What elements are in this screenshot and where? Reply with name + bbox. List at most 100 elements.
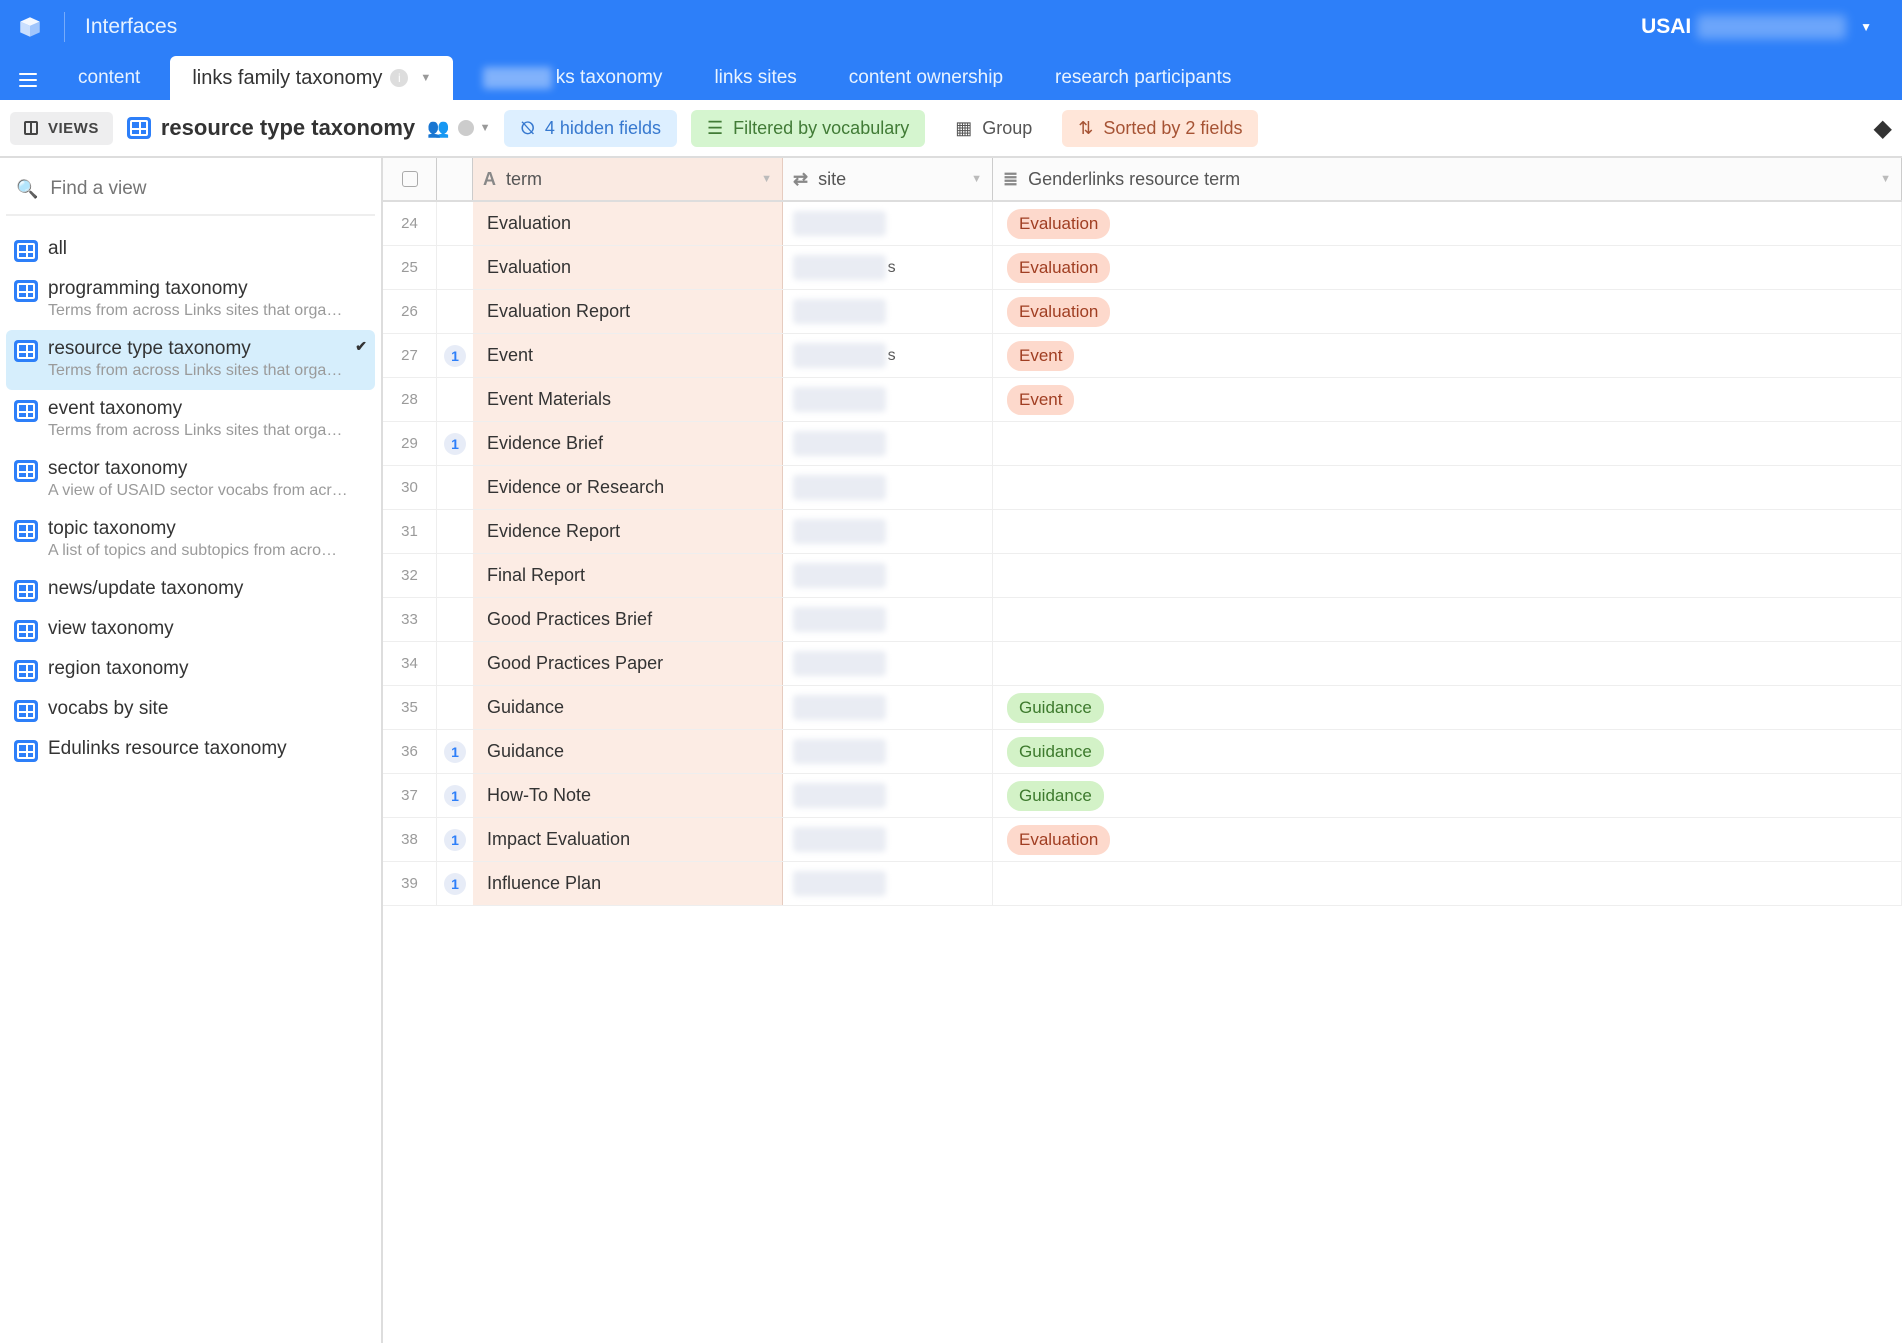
- cell-genderlinks[interactable]: Event: [993, 334, 1902, 377]
- cell-term[interactable]: Good Practices Paper: [473, 642, 783, 685]
- hidden-fields-button[interactable]: ⦰ 4 hidden fields: [504, 110, 677, 147]
- cell-term[interactable]: Influence Plan: [473, 862, 783, 905]
- tab-content[interactable]: content: [56, 56, 162, 100]
- cell-term[interactable]: Evidence or Research: [473, 466, 783, 509]
- comment-badge[interactable]: 1: [444, 345, 466, 367]
- cell-term[interactable]: Evaluation Report: [473, 290, 783, 333]
- cell-site[interactable]: hidden site: [783, 202, 993, 245]
- color-button[interactable]: ◆: [1874, 114, 1892, 143]
- column-header-term[interactable]: Aterm▼: [473, 158, 783, 200]
- table-row[interactable]: 29 1 Evidence Brief hidden site: [383, 422, 1902, 466]
- cell-genderlinks[interactable]: Event: [993, 378, 1902, 421]
- cell-term[interactable]: Evaluation: [473, 202, 783, 245]
- tab-ks-taxonomy[interactable]: xxxks taxonomy: [461, 56, 684, 100]
- table-row[interactable]: 26 Evaluation Report hidden site Evaluat…: [383, 290, 1902, 334]
- find-view-search[interactable]: 🔍: [6, 168, 375, 216]
- column-header-site[interactable]: ⇄site▼: [783, 158, 993, 200]
- cell-term[interactable]: Impact Evaluation: [473, 818, 783, 861]
- chevron-down-icon[interactable]: ▼: [761, 173, 772, 185]
- sort-button[interactable]: ⇅ Sorted by 2 fields: [1062, 110, 1258, 147]
- comment-badge[interactable]: 1: [444, 785, 466, 807]
- cell-site[interactable]: hidden site: [783, 598, 993, 641]
- cell-genderlinks[interactable]: [993, 554, 1902, 597]
- sidebar-view-item[interactable]: topic taxonomy A list of topics and subt…: [6, 510, 375, 570]
- table-row[interactable]: 38 1 Impact Evaluation hidden site Evalu…: [383, 818, 1902, 862]
- cell-site[interactable]: hidden site: [783, 466, 993, 509]
- sidebar-view-item[interactable]: vocabs by site: [6, 690, 375, 730]
- cell-genderlinks[interactable]: Guidance: [993, 774, 1902, 817]
- sidebar-view-item[interactable]: programming taxonomy Terms from across L…: [6, 270, 375, 330]
- cell-genderlinks[interactable]: Evaluation: [993, 818, 1902, 861]
- app-brand[interactable]: Interfaces: [85, 15, 177, 39]
- table-row[interactable]: 25 Evaluation hidden sites Evaluation: [383, 246, 1902, 290]
- cell-genderlinks[interactable]: [993, 510, 1902, 553]
- cell-genderlinks[interactable]: Guidance: [993, 730, 1902, 773]
- table-row[interactable]: 35 Guidance hidden site Guidance: [383, 686, 1902, 730]
- checkbox-icon[interactable]: [402, 171, 418, 187]
- cell-genderlinks[interactable]: Evaluation: [993, 202, 1902, 245]
- sidebar-view-item[interactable]: news/update taxonomy: [6, 570, 375, 610]
- cell-term[interactable]: Guidance: [473, 686, 783, 729]
- info-icon[interactable]: [458, 120, 474, 136]
- sidebar-view-item[interactable]: Edulinks resource taxonomy: [6, 730, 375, 770]
- cell-term[interactable]: Final Report: [473, 554, 783, 597]
- data-grid[interactable]: Aterm▼ ⇄site▼ ≣Genderlinks resource term…: [383, 158, 1902, 1343]
- cell-term[interactable]: Evidence Brief: [473, 422, 783, 465]
- cell-site[interactable]: hidden site: [783, 686, 993, 729]
- table-row[interactable]: 37 1 How-To Note hidden site Guidance: [383, 774, 1902, 818]
- cell-site[interactable]: hidden site: [783, 862, 993, 905]
- group-button[interactable]: ▦ Group: [939, 110, 1048, 147]
- cell-genderlinks[interactable]: [993, 422, 1902, 465]
- table-row[interactable]: 34 Good Practices Paper hidden site: [383, 642, 1902, 686]
- table-row[interactable]: 39 1 Influence Plan hidden site: [383, 862, 1902, 906]
- table-row[interactable]: 24 Evaluation hidden site Evaluation: [383, 202, 1902, 246]
- cell-term[interactable]: Good Practices Brief: [473, 598, 783, 641]
- cell-genderlinks[interactable]: Evaluation: [993, 290, 1902, 333]
- table-row[interactable]: 28 Event Materials hidden site Event: [383, 378, 1902, 422]
- cell-site[interactable]: hidden site: [783, 378, 993, 421]
- sidebar-view-item[interactable]: view taxonomy: [6, 610, 375, 650]
- cell-genderlinks[interactable]: Evaluation: [993, 246, 1902, 289]
- cell-term[interactable]: Event Materials: [473, 378, 783, 421]
- sidebar-view-item[interactable]: sector taxonomy A view of USAID sector v…: [6, 450, 375, 510]
- cell-term[interactable]: How-To Note: [473, 774, 783, 817]
- table-row[interactable]: 36 1 Guidance hidden site Guidance: [383, 730, 1902, 774]
- table-row[interactable]: 33 Good Practices Brief hidden site: [383, 598, 1902, 642]
- table-row[interactable]: 31 Evidence Report hidden site: [383, 510, 1902, 554]
- tab-research-participants[interactable]: research participants: [1033, 56, 1253, 100]
- cell-term[interactable]: Guidance: [473, 730, 783, 773]
- table-row[interactable]: 27 1 Event hidden sites Event: [383, 334, 1902, 378]
- cell-site[interactable]: hidden site: [783, 510, 993, 553]
- views-toggle-button[interactable]: VIEWS: [10, 112, 113, 145]
- cell-site[interactable]: hidden site: [783, 422, 993, 465]
- tab-content-ownership[interactable]: content ownership: [827, 56, 1025, 100]
- current-view-name[interactable]: resource type taxonomy 👥 ▼: [127, 115, 491, 141]
- table-row[interactable]: 32 Final Report hidden site: [383, 554, 1902, 598]
- comment-badge[interactable]: 1: [444, 741, 466, 763]
- tab-links-sites[interactable]: links sites: [692, 56, 818, 100]
- cell-term[interactable]: Evaluation: [473, 246, 783, 289]
- cell-genderlinks[interactable]: Guidance: [993, 686, 1902, 729]
- select-all-cell[interactable]: [383, 158, 437, 200]
- cell-site[interactable]: hidden site: [783, 774, 993, 817]
- cell-site[interactable]: hidden site: [783, 818, 993, 861]
- sidebar-view-item[interactable]: region taxonomy: [6, 650, 375, 690]
- cell-genderlinks[interactable]: [993, 466, 1902, 509]
- cell-genderlinks[interactable]: [993, 642, 1902, 685]
- cell-term[interactable]: Event: [473, 334, 783, 377]
- comment-badge[interactable]: 1: [444, 433, 466, 455]
- find-view-input[interactable]: [50, 178, 365, 200]
- tab-links-family-taxonomy[interactable]: links family taxonomy i ▼: [170, 56, 453, 100]
- chevron-down-icon[interactable]: ▼: [420, 72, 431, 84]
- comment-badge[interactable]: 1: [444, 873, 466, 895]
- cell-term[interactable]: Evidence Report: [473, 510, 783, 553]
- base-menu-button[interactable]: [6, 60, 50, 100]
- cell-genderlinks[interactable]: [993, 862, 1902, 905]
- cell-site[interactable]: hidden site: [783, 554, 993, 597]
- sidebar-view-item[interactable]: event taxonomy Terms from across Links s…: [6, 390, 375, 450]
- logo-icon[interactable]: [16, 13, 44, 41]
- chevron-down-icon[interactable]: ▼: [971, 173, 982, 185]
- workspace-dropdown[interactable]: USAIhidden ▼: [1641, 15, 1872, 39]
- sidebar-view-item[interactable]: resource type taxonomy Terms from across…: [6, 330, 375, 390]
- cell-genderlinks[interactable]: [993, 598, 1902, 641]
